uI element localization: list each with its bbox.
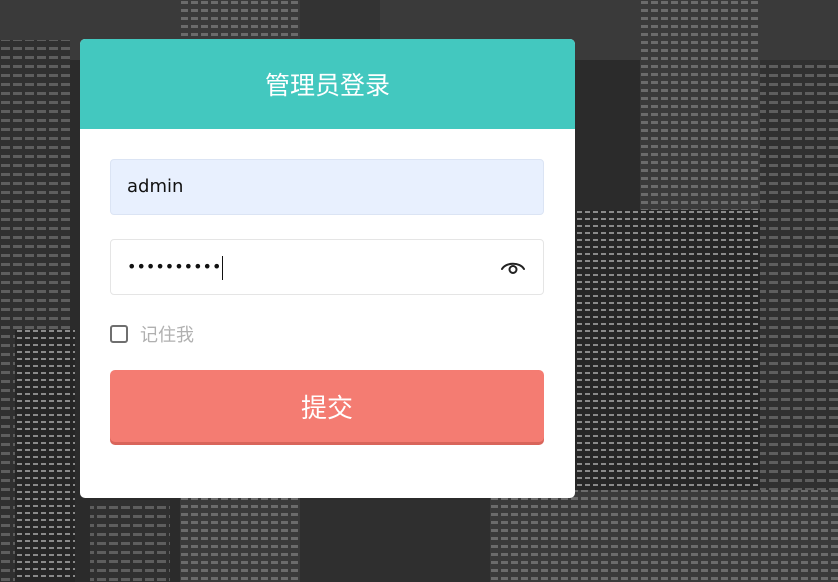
text-caret	[222, 255, 224, 280]
password-input[interactable]: ••••••••••	[110, 239, 544, 295]
login-header: 管理员登录	[80, 39, 575, 129]
eye-icon[interactable]	[501, 257, 525, 277]
remember-label: 记住我	[140, 325, 194, 346]
password-value: ••••••••••	[127, 240, 224, 294]
username-value: admin	[127, 176, 184, 197]
username-input[interactable]: admin	[110, 159, 544, 215]
login-card: 管理员登录 admin •••••••••• 记住我 提交	[80, 39, 575, 498]
password-mask: ••••••••••	[127, 257, 222, 276]
remember-checkbox[interactable]	[110, 325, 128, 343]
remember-me[interactable]: 记住我	[110, 323, 194, 346]
submit-button[interactable]: 提交	[110, 370, 544, 442]
login-title: 管理员登录	[264, 71, 390, 100]
